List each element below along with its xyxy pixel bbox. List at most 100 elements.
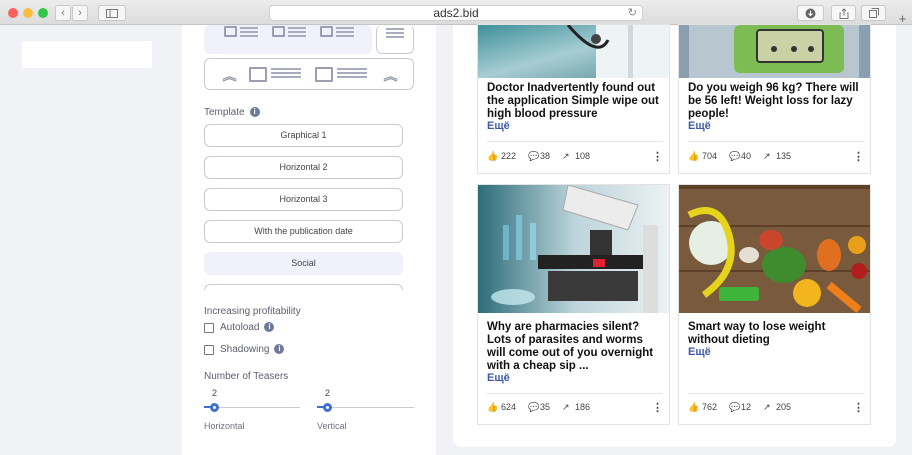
text-lines-icon: [386, 28, 404, 38]
share-icon[interactable]: ↗: [562, 402, 570, 413]
teaser-stats: 👍 222 💬 38 ↗ 108: [487, 151, 663, 163]
like-icon[interactable]: 👍: [487, 151, 498, 162]
autoload-label: Autoload i: [220, 322, 275, 333]
template-publication-date-button[interactable]: With the publication date: [204, 220, 403, 243]
teaser-title[interactable]: Doctor Inadvertently found out the appli…: [487, 82, 663, 121]
layout-option-row[interactable]: [204, 25, 372, 54]
teaser-more-link[interactable]: Ещё: [487, 372, 510, 384]
teaser-card[interactable]: Do you weigh 96 kg? There will be 56 lef…: [678, 24, 871, 174]
new-tab-icon[interactable]: +: [893, 12, 912, 25]
share-button[interactable]: [831, 5, 856, 21]
shares-count: 205: [776, 402, 792, 412]
template-horizontal-2-button[interactable]: Horizontal 2: [204, 156, 403, 179]
comment-icon[interactable]: 💬: [729, 151, 740, 162]
teaser-more-link[interactable]: Ещё: [688, 120, 711, 132]
info-icon[interactable]: i: [274, 344, 285, 355]
image-icon: [249, 67, 267, 82]
likes-count: 704: [702, 151, 718, 161]
chevron-up-icon: ︽: [222, 71, 237, 83]
info-icon[interactable]: i: [264, 322, 275, 333]
settings-panel: ︽ ︽ Template i Graphical 1 Horizontal 2 H…: [182, 25, 436, 455]
shares-count: 108: [575, 151, 591, 161]
comments-count: 35: [540, 402, 551, 412]
layout-option-carousel[interactable]: ︽ ︽: [204, 58, 414, 90]
teaser-card[interactable]: Doctor Inadvertently found out the appli…: [477, 24, 670, 174]
shadowing-label: Shadowing i: [220, 344, 285, 355]
divider: [487, 393, 663, 394]
teaser-more-link[interactable]: Ещё: [688, 346, 711, 358]
horizontal-slider-handle[interactable]: [210, 403, 219, 412]
layout-option-list[interactable]: [376, 25, 414, 54]
sidebar-icon: [106, 9, 118, 18]
address-bar[interactable]: ads2.bid ↻: [269, 5, 643, 21]
like-icon[interactable]: 👍: [688, 151, 699, 162]
teaser-card[interactable]: Why are pharmacies silent? Lots of paras…: [477, 184, 670, 425]
vertical-label: Vertical: [317, 421, 347, 431]
like-icon[interactable]: 👍: [487, 402, 498, 413]
download-icon: [805, 8, 816, 19]
teaser-title[interactable]: Smart way to lose weight without dieting: [688, 321, 864, 347]
comment-icon[interactable]: 💬: [729, 402, 740, 413]
info-icon[interactable]: i: [249, 107, 260, 118]
autoload-checkbox[interactable]: [204, 323, 214, 333]
preview-area: Doctor Inadvertently found out the appli…: [436, 24, 912, 455]
likes-count: 222: [501, 151, 517, 161]
teaser-image: [478, 25, 669, 78]
teaser-card[interactable]: Smart way to lose weight without dieting…: [678, 184, 871, 425]
forward-button[interactable]: ›: [72, 5, 88, 21]
shadowing-checkbox[interactable]: [204, 345, 214, 355]
image-icon: [320, 26, 333, 37]
horizontal-value: 2: [212, 388, 218, 398]
more-options-icon[interactable]: ⋮: [853, 401, 864, 414]
more-options-icon[interactable]: ⋮: [652, 401, 663, 414]
comments-count: 38: [540, 151, 551, 161]
teaser-more-link[interactable]: Ещё: [487, 120, 510, 132]
template-heading: Template i: [204, 107, 260, 118]
maximize-window-button[interactable]: [38, 8, 48, 18]
template-more-button[interactable]: [204, 284, 403, 290]
text-lines-icon: [271, 68, 301, 78]
text-lines-icon: [288, 27, 306, 37]
sidebar-placeholder-block: [22, 41, 152, 68]
share-icon[interactable]: ↗: [763, 402, 771, 413]
vertical-value: 2: [325, 388, 331, 398]
more-options-icon[interactable]: ⋮: [652, 150, 663, 163]
divider: [688, 141, 864, 142]
text-lines-icon: [337, 68, 367, 78]
teaser-stats: 👍 624 💬 35 ↗ 186: [487, 402, 663, 414]
reload-icon[interactable]: ↻: [628, 6, 637, 20]
image-icon: [272, 26, 285, 37]
teaser-image: [478, 185, 669, 313]
teaser-grid: Doctor Inadvertently found out the appli…: [453, 24, 896, 447]
template-social-button[interactable]: Social: [204, 252, 403, 275]
more-options-icon[interactable]: ⋮: [853, 150, 864, 163]
url-text: ads2.bid: [433, 6, 479, 20]
comments-count: 12: [741, 402, 752, 412]
vertical-slider-handle[interactable]: [323, 403, 332, 412]
downloads-button[interactable]: [797, 5, 824, 21]
tabs-button[interactable]: [861, 5, 886, 21]
comment-icon[interactable]: 💬: [528, 402, 539, 413]
teaser-stats: 👍 704 💬 40 ↗ 135: [688, 151, 864, 163]
share-icon: [839, 8, 848, 19]
back-button[interactable]: ‹: [55, 5, 71, 21]
comment-icon[interactable]: 💬: [528, 151, 539, 162]
share-icon[interactable]: ↗: [562, 151, 570, 162]
template-graphical-1-button[interactable]: Graphical 1: [204, 124, 403, 147]
share-icon[interactable]: ↗: [763, 151, 771, 162]
minimize-window-button[interactable]: [23, 8, 33, 18]
image-icon: [224, 26, 237, 37]
template-horizontal-3-button[interactable]: Horizontal 3: [204, 188, 403, 211]
likes-count: 762: [702, 402, 718, 412]
teaser-title[interactable]: Do you weigh 96 kg? There will be 56 lef…: [688, 82, 864, 121]
close-window-button[interactable]: [8, 8, 18, 18]
teasers-heading: Number of Teasers: [204, 371, 289, 382]
like-icon[interactable]: 👍: [688, 402, 699, 413]
sidebar-toggle-button[interactable]: [98, 5, 126, 21]
teaser-title[interactable]: Why are pharmacies silent? Lots of paras…: [487, 321, 663, 373]
divider: [487, 141, 663, 142]
profitability-heading: Increasing profitability: [204, 306, 301, 317]
teaser-stats: 👍 762 💬 12 ↗ 205: [688, 402, 864, 414]
text-lines-icon: [240, 27, 258, 37]
comments-count: 40: [741, 151, 752, 161]
